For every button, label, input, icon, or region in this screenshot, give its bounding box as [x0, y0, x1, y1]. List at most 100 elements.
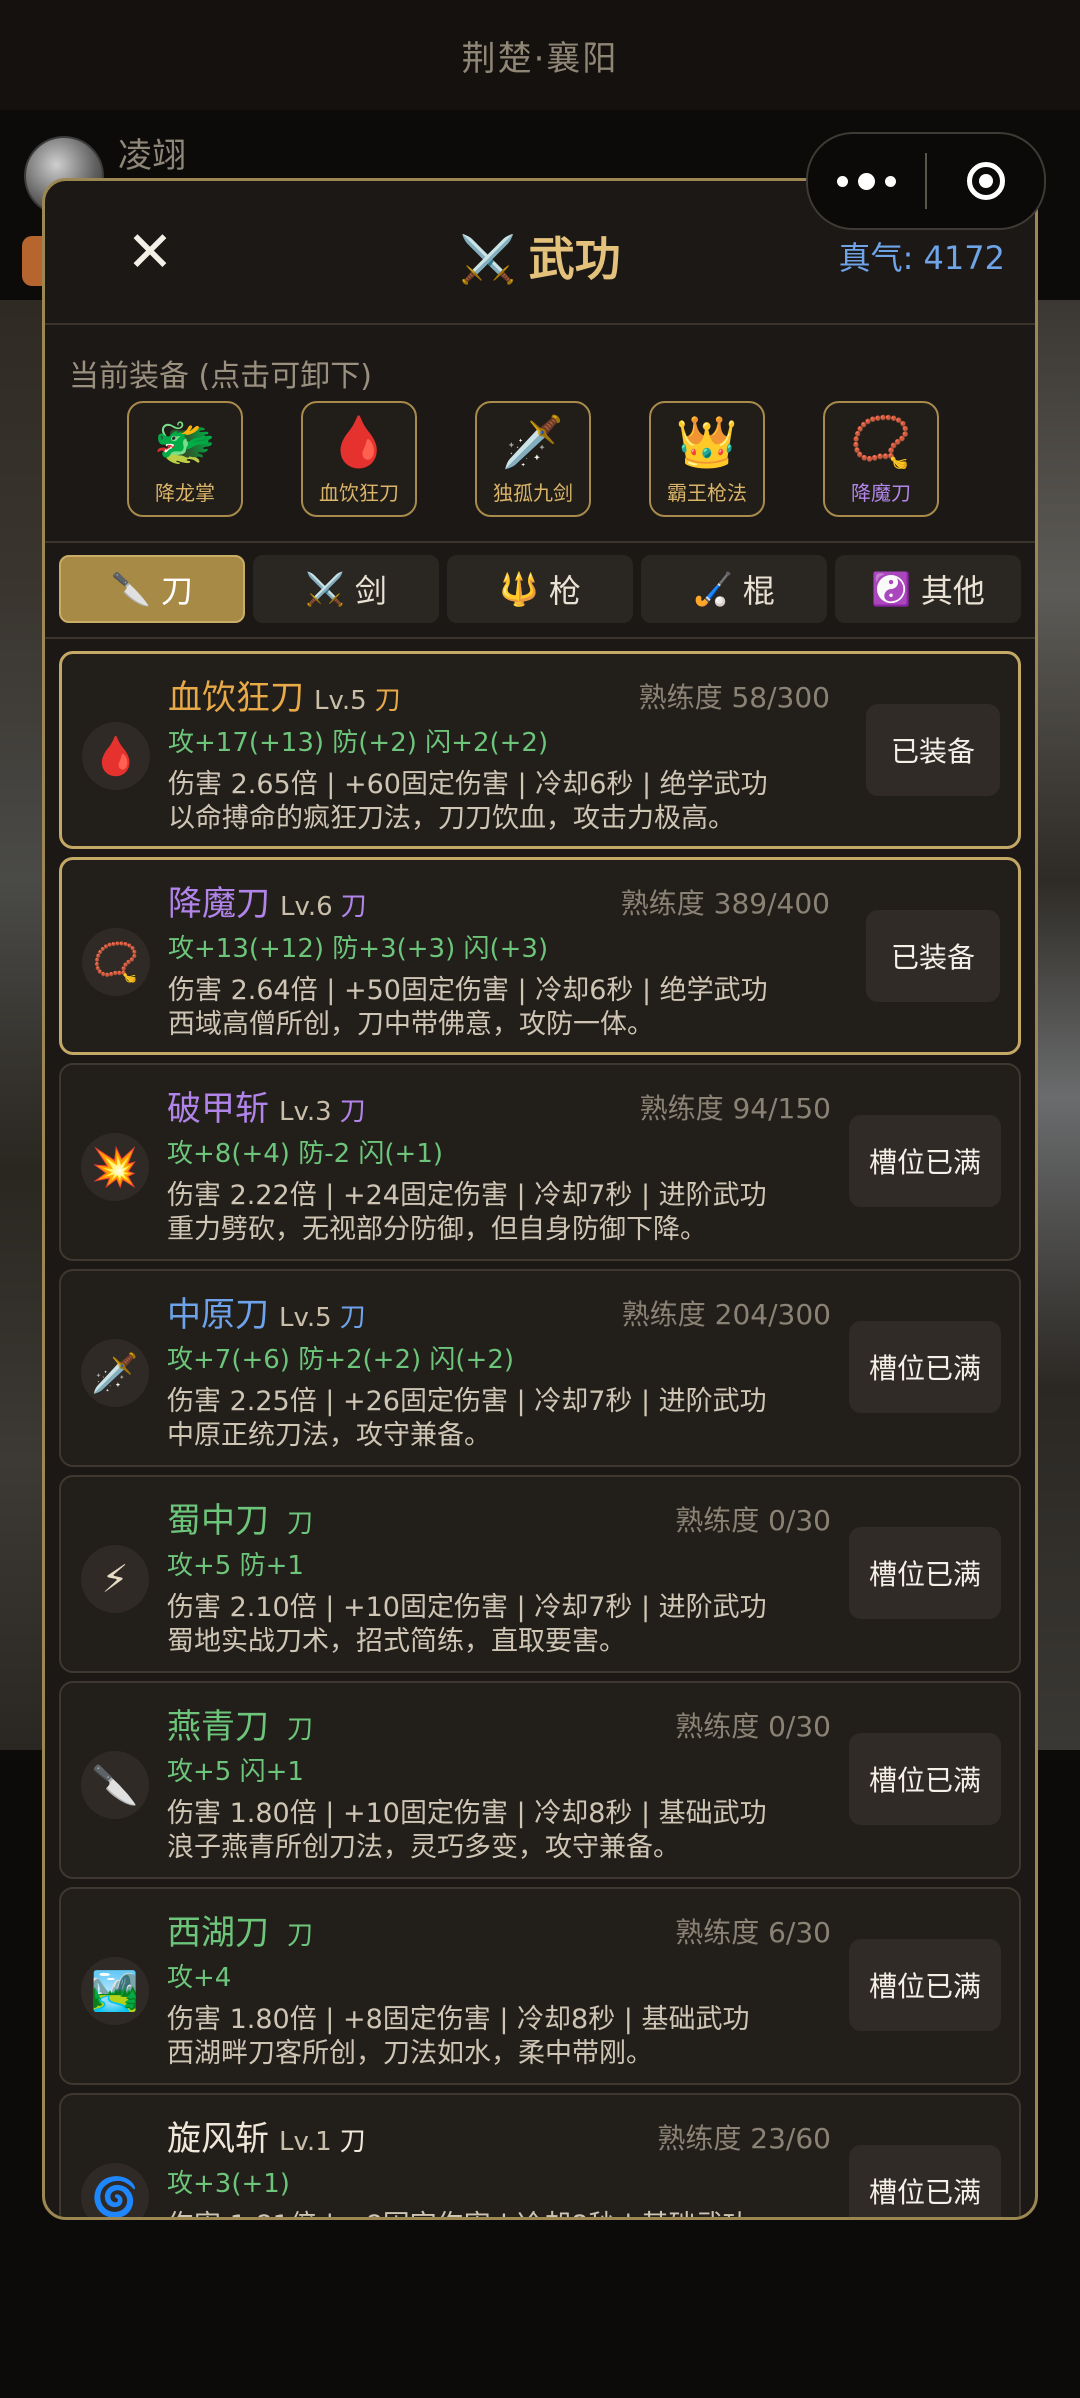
skill-type: 刀	[340, 892, 367, 922]
skill-name-text: 中原刀	[167, 1295, 269, 1335]
slot-label: 独孤九剑	[493, 480, 573, 505]
equip-slot-3[interactable]: 🗡️ 独孤九剑	[475, 401, 591, 517]
skill-stats: 攻+4	[167, 1963, 232, 1993]
tab-other[interactable]: ☯️ 其他	[835, 555, 1021, 623]
lightning-icon: ⚡	[81, 1545, 149, 1613]
skill-description: 以命搏命的疯狂刀法，刀刀饮血，攻击力极高。	[168, 803, 735, 834]
skill-description: 浪子燕青所创刀法，灵巧多变，攻守兼备。	[167, 1832, 680, 1863]
tab-label: 刀	[160, 572, 193, 610]
tab-label: 枪	[548, 572, 581, 610]
skill-name: 蜀中刀刀	[167, 1493, 313, 1542]
skill-list: 🩸 血饮狂刀 Lv.5 刀 熟练度 58/300 攻+17(+13) 防(+2) 闪…	[59, 651, 1021, 2217]
skill-level: Lv.5	[314, 686, 367, 716]
tab-jian[interactable]: ⚔️ 剑	[253, 555, 439, 623]
equipped-button[interactable]: 已装备	[866, 704, 1000, 796]
skill-name: 破甲斩 Lv.3 刀	[167, 1081, 366, 1130]
tab-qiang[interactable]: 🔱 枪	[447, 555, 633, 623]
slot-label: 霸王枪法	[667, 480, 747, 505]
dot-icon	[837, 175, 848, 187]
skill-level: Lv.6	[280, 892, 333, 922]
slots-full-button[interactable]: 槽位已满	[849, 1733, 1001, 1825]
equip-slot-5[interactable]: 📿 降魔刀	[823, 401, 939, 517]
skill-type: 刀	[374, 686, 401, 716]
yin-yang-icon: ☯️	[871, 570, 911, 608]
equipped-button[interactable]: 已装备	[866, 910, 1000, 1002]
trident-icon: 🔱	[499, 570, 539, 608]
more-menu-button[interactable]	[808, 134, 925, 228]
crossed-swords-icon: ⚔️	[305, 570, 345, 608]
dot-icon	[885, 175, 896, 187]
skill-type: 刀	[339, 2127, 366, 2157]
slot-label: 降魔刀	[851, 480, 911, 505]
landscape-icon: 🏞️	[81, 1957, 149, 2025]
equip-slot-2[interactable]: 🩸 血饮狂刀	[301, 401, 417, 517]
dot-icon	[858, 172, 875, 190]
skill-name-text: 蜀中刀	[167, 1501, 269, 1541]
proficiency: 熟练度 204/300	[621, 1298, 831, 1331]
prayer-beads-icon: 📿	[849, 412, 913, 471]
top-bar: 荆楚·襄阳	[0, 0, 1080, 110]
tab-dao[interactable]: 🔪 刀	[59, 555, 245, 623]
slot-label: 降龙掌	[155, 480, 215, 505]
proficiency: 熟练度 0/30	[675, 1710, 831, 1743]
skill-name: 燕青刀刀	[167, 1699, 313, 1748]
skill-name-text: 破甲斩	[167, 1089, 269, 1129]
skill-stats: 攻+5 闪+1	[167, 1757, 304, 1787]
qi-value: 真气: 4172	[838, 239, 1005, 277]
skill-card: 🔪 燕青刀刀 熟练度 0/30 攻+5 闪+1 伤害 1.80倍 | +10固定…	[59, 1681, 1021, 1879]
kitchen-knife-icon: 🔪	[111, 570, 151, 608]
skill-type: 刀	[339, 1303, 366, 1333]
target-icon	[966, 162, 1005, 200]
skill-description: 西域高僧所创，刀中带佛意，攻防一体。	[168, 1009, 654, 1040]
equipped-label: 当前装备 (点击可卸下)	[69, 359, 372, 394]
blood-drop-icon: 🩸	[327, 412, 391, 471]
cyclone-icon: 🌀	[81, 2163, 149, 2217]
skill-card: 🩸 血饮狂刀 Lv.5 刀 熟练度 58/300 攻+17(+13) 防(+2) 闪…	[59, 651, 1021, 849]
player-name: 凌翊	[118, 136, 186, 176]
skill-card: 📿 降魔刀 Lv.6 刀 熟练度 389/400 攻+13(+12) 防+3(+3)…	[59, 857, 1021, 1055]
skill-description: 中原正统刀法，攻守兼备。	[167, 1420, 491, 1451]
skill-description: 西湖畔刀客所创，刀法如水，柔中带刚。	[167, 2038, 653, 2069]
slots-full-button[interactable]: 槽位已满	[849, 1939, 1001, 2031]
skill-stats: 攻+8(+4) 防-2 闪(+1)	[167, 1139, 444, 1169]
modal-title-text: 武功	[528, 232, 621, 286]
miniprogram-capsule	[806, 132, 1046, 230]
background-panel-left	[0, 300, 42, 1750]
skill-type: 刀	[287, 1715, 314, 1745]
skill-card: 💥 破甲斩 Lv.3 刀 熟练度 94/150 攻+8(+4) 防-2 闪(+1) …	[59, 1063, 1021, 1261]
explosion-icon: 💥	[81, 1133, 149, 1201]
skill-type: 刀	[339, 1097, 366, 1127]
skill-name-text: 血饮狂刀	[168, 678, 304, 718]
skill-stats: 攻+7(+6) 防+2(+2) 闪(+2)	[167, 1345, 515, 1375]
skill-stats: 攻+3(+1)	[167, 2169, 290, 2199]
proficiency: 熟练度 0/30	[675, 1504, 831, 1537]
tab-label: 剑	[354, 572, 387, 610]
skill-name-text: 旋风斩	[167, 2119, 269, 2159]
equip-slot-1[interactable]: 🐲 降龙掌	[127, 401, 243, 517]
skill-damage-info: 伤害 1.81倍 | +8固定伤害 | 冷却8秒 | 基础武功	[167, 2203, 749, 2217]
skill-name-text: 西湖刀	[167, 1913, 269, 1953]
skill-description: 蜀地实战刀术，招式简练，直取要害。	[167, 1626, 626, 1657]
dragon-icon: 🐲	[153, 412, 217, 471]
slots-full-button[interactable]: 槽位已满	[849, 1115, 1001, 1207]
tab-gun[interactable]: 🏑 棍	[641, 555, 827, 623]
dagger-icon: 🗡️	[81, 1339, 149, 1407]
slot-label: 血饮狂刀	[319, 480, 399, 505]
skill-description: 重力劈砍，无视部分防御，但自身防御下降。	[167, 1214, 707, 1245]
skill-name-text: 降魔刀	[168, 884, 270, 924]
skill-stats: 攻+13(+12) 防+3(+3) 闪(+3)	[168, 934, 549, 964]
proficiency: 熟练度 94/150	[639, 1092, 831, 1125]
skill-level: Lv.1	[279, 2127, 332, 2157]
skill-name-text: 燕青刀	[167, 1707, 269, 1747]
crown-icon: 👑	[675, 412, 739, 471]
kitchen-knife-icon: 🔪	[81, 1751, 149, 1819]
skill-type: 刀	[287, 1509, 314, 1539]
dagger-icon: 🗡️	[501, 412, 565, 471]
equipped-slots: 🐲 降龙掌 🩸 血饮狂刀 🗡️ 独孤九剑 👑 霸王枪法 📿 降魔刀	[127, 401, 939, 517]
slots-full-button[interactable]: 槽位已满	[849, 2145, 1001, 2217]
equip-slot-4[interactable]: 👑 霸王枪法	[649, 401, 765, 517]
exit-miniprogram-button[interactable]	[927, 134, 1044, 228]
slots-full-button[interactable]: 槽位已满	[849, 1321, 1001, 1413]
location-title: 荆楚·襄阳	[461, 38, 619, 79]
slots-full-button[interactable]: 槽位已满	[849, 1527, 1001, 1619]
